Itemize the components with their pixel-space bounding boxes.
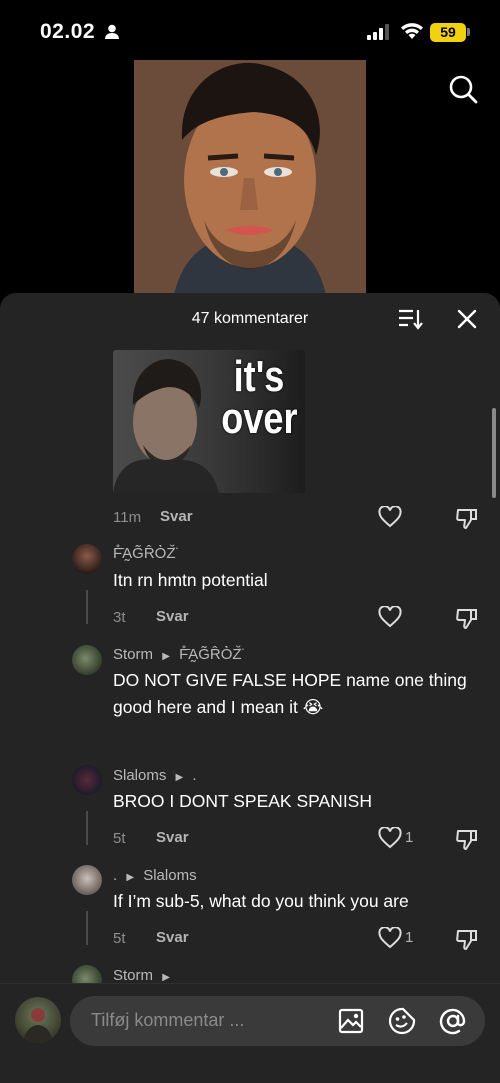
- comment-author-line: Storm ▶ F̊̄A̰G̃R̂Ȯ̀Z̆̈: [113, 646, 242, 663]
- comment-author[interactable]: Storm: [113, 646, 153, 663]
- sort-icon[interactable]: [398, 308, 424, 330]
- dislike-icon[interactable]: [455, 927, 479, 951]
- battery-nub: [467, 28, 470, 36]
- comment-author[interactable]: Slaloms: [113, 767, 166, 784]
- close-icon[interactable]: [456, 308, 478, 330]
- thread-line: [86, 811, 88, 845]
- battery-indicator: 59: [430, 23, 466, 42]
- reply-button[interactable]: Svar: [156, 929, 189, 946]
- sticker-icon[interactable]: [388, 1007, 416, 1035]
- comment-author[interactable]: F̊̄A̰G̃R̂Ȯ̀Z̆̈: [113, 545, 176, 562]
- comment-time: 11m: [113, 509, 142, 526]
- avatar[interactable]: [72, 544, 102, 574]
- comment-author-line: Storm ▶: [113, 967, 175, 984]
- comment-author[interactable]: Storm: [113, 967, 153, 984]
- comment-text: Itn rn hmtn potential: [113, 570, 268, 590]
- comment-author-line: . ▶ Slaloms: [113, 867, 197, 884]
- comment-text: DO NOT GIVE FALSE HOPE name one thing go…: [113, 670, 467, 717]
- mention-icon[interactable]: [439, 1007, 467, 1035]
- heart-icon[interactable]: [378, 927, 402, 949]
- thumbnail-line-2: over: [221, 394, 298, 443]
- thread-line: [86, 911, 88, 945]
- comments-sheet: 47 kommentarer it's over 11m Svar F̊̄A̰G…: [0, 293, 500, 1083]
- image-icon[interactable]: [338, 1008, 364, 1034]
- comment-author-line: Slaloms ▶ .: [113, 767, 197, 784]
- reply-arrow-icon: ▶: [162, 972, 170, 983]
- reply-arrow-icon: ▶: [175, 772, 184, 783]
- reply-to-author[interactable]: Slaloms: [143, 867, 196, 884]
- cellular-signal-icon: [367, 24, 389, 40]
- person-icon: [105, 24, 119, 39]
- comment-time: 5t: [113, 830, 126, 847]
- dislike-icon[interactable]: [455, 606, 479, 630]
- avatar[interactable]: [72, 645, 102, 675]
- heart-icon[interactable]: [378, 827, 402, 849]
- avatar[interactable]: [72, 765, 102, 795]
- avatar-image: [23, 1008, 53, 1043]
- search-icon[interactable]: [448, 74, 478, 104]
- face-image: [134, 60, 366, 295]
- reply-to-author[interactable]: .: [192, 767, 196, 784]
- dislike-icon[interactable]: [455, 827, 479, 851]
- status-bar: 02.02 59: [0, 0, 500, 60]
- reply-button[interactable]: Svar: [156, 829, 189, 846]
- dislike-icon[interactable]: [455, 506, 479, 530]
- comment-time: 5t: [113, 930, 126, 947]
- video-preview[interactable]: [134, 60, 366, 295]
- status-time: 02.02: [40, 20, 96, 43]
- comment-time: 3t: [113, 609, 126, 626]
- scrollbar[interactable]: [492, 408, 496, 498]
- avatar[interactable]: [72, 865, 102, 895]
- reply-arrow-icon: ▶: [126, 872, 135, 883]
- comment-text: If I’m sub-5, what do you think you are: [113, 891, 409, 911]
- like-count: 1: [405, 929, 414, 946]
- my-avatar[interactable]: [15, 997, 61, 1043]
- wifi-icon: [401, 23, 423, 39]
- reply-arrow-icon: ▶: [162, 651, 170, 662]
- reply-button[interactable]: Svar: [156, 608, 189, 625]
- comment-input-placeholder: Tilføj kommentar ...: [91, 1010, 245, 1030]
- thumbnail-caption: it's over: [221, 355, 298, 443]
- reply-to-author[interactable]: F̊̄A̰G̃R̂Ȯ̀Z̆̈: [179, 646, 242, 663]
- comment-image-thumbnail[interactable]: it's over: [113, 350, 305, 493]
- reply-button[interactable]: Svar: [160, 508, 193, 525]
- heart-icon[interactable]: [378, 506, 402, 528]
- like-count: 1: [405, 829, 414, 846]
- comment-author[interactable]: .: [113, 867, 117, 884]
- heart-icon[interactable]: [378, 606, 402, 628]
- comments-count-title: 47 kommentarer: [191, 310, 309, 327]
- comment-text: BROO I DONT SPEAK SPANISH: [113, 791, 372, 811]
- thread-line: [86, 590, 88, 624]
